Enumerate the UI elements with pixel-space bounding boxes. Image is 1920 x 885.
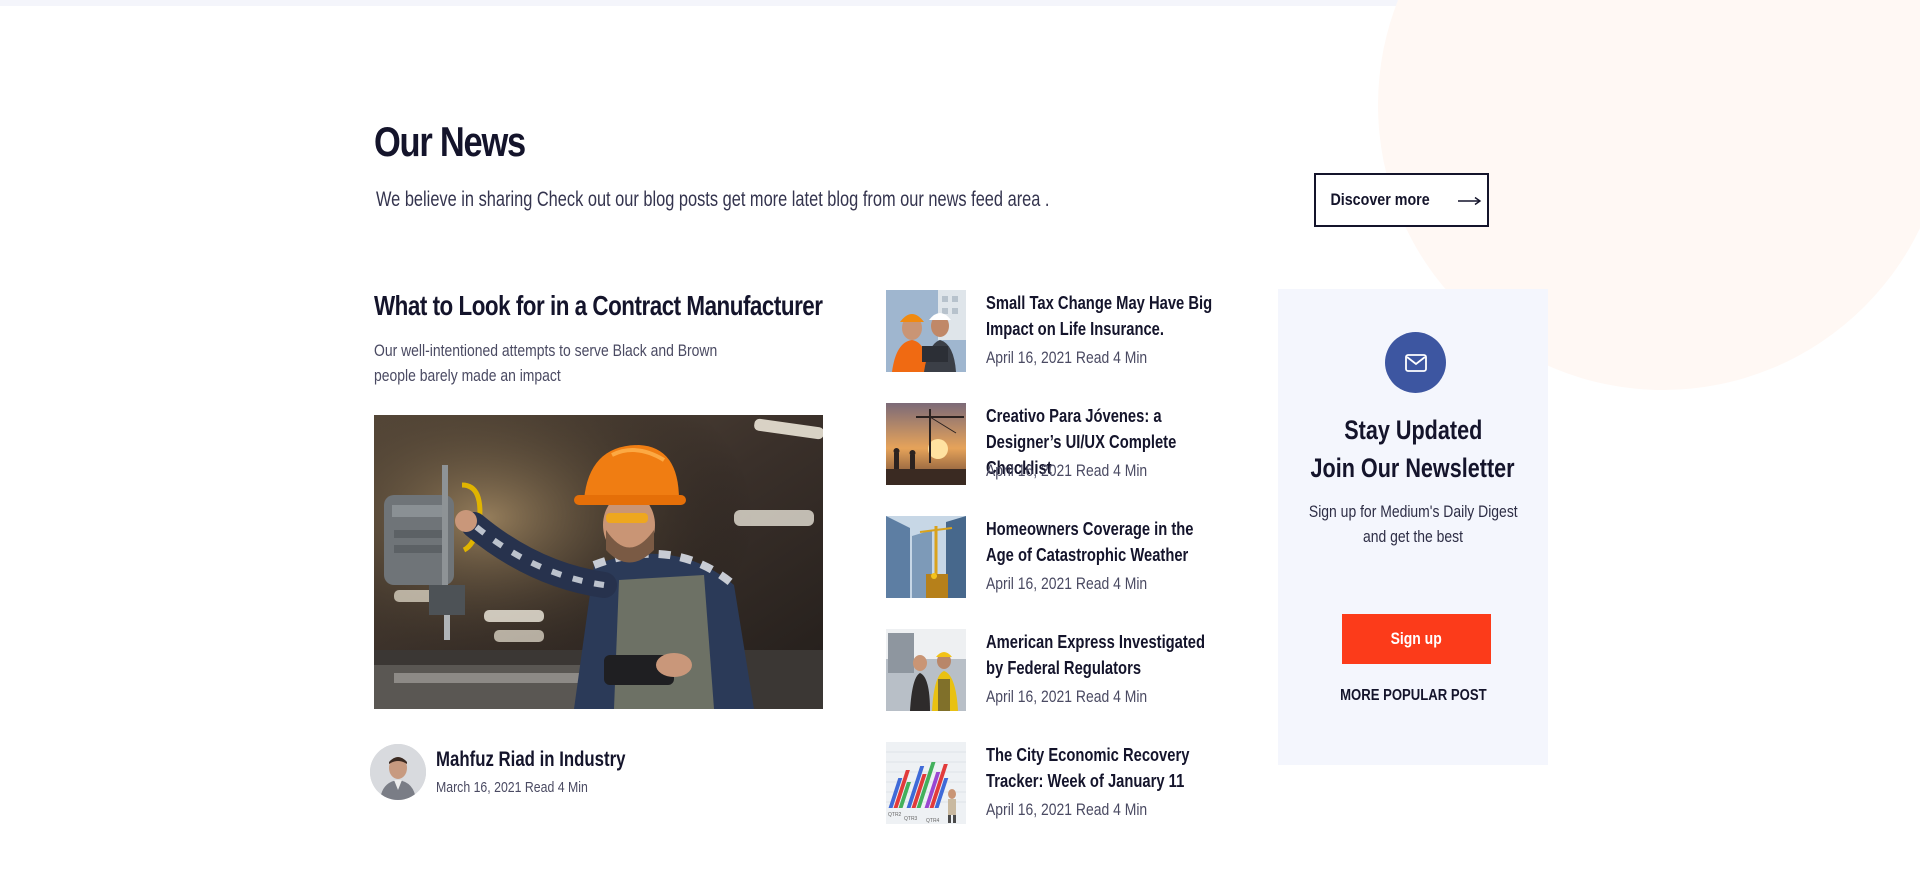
post-thumbnail[interactable] xyxy=(886,290,966,372)
signup-button[interactable]: Sign up xyxy=(1342,614,1491,664)
bar-chart-figurine-photo: QTR2 QTR3 QTR4 xyxy=(886,742,966,824)
list-item[interactable]: Homeowners Coverage in the Age of Catast… xyxy=(886,516,1226,606)
discover-more-label: Discover more xyxy=(1330,190,1431,209)
avatar[interactable] xyxy=(370,744,426,800)
newsletter-title-line2: Join Our Newsletter xyxy=(1310,453,1516,483)
featured-article-image[interactable] xyxy=(374,415,823,709)
workers-site-photo xyxy=(886,629,966,711)
list-item[interactable]: QTR2 QTR3 QTR4 The City Economic Recover… xyxy=(886,742,1226,832)
post-title[interactable]: American Express Investigated by Federal… xyxy=(986,629,1216,681)
newsletter-desc-line1: Sign up for Medium's Daily Digest xyxy=(1308,502,1518,521)
author-post-meta: March 16, 2021 Read 4 Min xyxy=(436,779,588,796)
list-item[interactable]: Small Tax Change May Have Big Impact on … xyxy=(886,290,1226,380)
more-popular-label: MORE POPULAR POST xyxy=(1339,687,1487,704)
list-item[interactable]: American Express Investigated by Federal… xyxy=(886,629,1226,719)
newsletter-title: Stay Updated Join Our Newsletter xyxy=(1278,411,1548,487)
newsletter-title-line1: Stay Updated xyxy=(1343,415,1483,445)
post-thumbnail[interactable] xyxy=(886,629,966,711)
newsletter-card: Stay Updated Join Our Newsletter Sign up… xyxy=(1278,289,1548,765)
quarter-label: QTR3 xyxy=(904,816,918,822)
post-title[interactable]: The City Economic Recovery Tracker: Week… xyxy=(986,742,1216,794)
post-title[interactable]: Homeowners Coverage in the Age of Catast… xyxy=(986,516,1216,568)
list-item[interactable]: Creativo Para Jóvenes: a Designer’s UI/U… xyxy=(886,403,1226,493)
more-popular-post-link[interactable]: MORE POPULAR POST xyxy=(1278,687,1548,705)
signup-label: Sign up xyxy=(1390,629,1443,648)
post-thumbnail[interactable]: QTR2 QTR3 QTR4 xyxy=(886,742,966,824)
post-meta: April 16, 2021 Read 4 Min xyxy=(986,800,1148,819)
quarter-label: QTR2 xyxy=(888,812,902,818)
post-meta: April 16, 2021 Read 4 Min xyxy=(986,574,1148,593)
envelope-icon xyxy=(1385,332,1446,393)
section-title: Our News xyxy=(374,118,526,165)
section-subtitle: We believe in sharing Check out our blog… xyxy=(376,188,1050,211)
post-title[interactable]: Small Tax Change May Have Big Impact on … xyxy=(986,290,1216,342)
author-name[interactable]: Mahfuz Riad in Industry xyxy=(436,748,625,772)
featured-article-title[interactable]: What to Look for in a Contract Manufactu… xyxy=(374,290,823,322)
post-thumbnail[interactable] xyxy=(886,516,966,598)
post-meta: April 16, 2021 Read 4 Min xyxy=(986,461,1148,480)
quarter-label: QTR4 xyxy=(926,818,940,824)
worker-drill-photo xyxy=(374,415,823,709)
engineers-photo xyxy=(886,290,966,372)
construction-sunset-photo xyxy=(886,403,966,485)
newsletter-desc-line2: and get the best xyxy=(1363,527,1463,546)
post-meta: April 16, 2021 Read 4 Min xyxy=(986,687,1148,706)
post-meta: April 16, 2021 Read 4 Min xyxy=(986,348,1148,367)
arrow-right-icon xyxy=(1457,191,1482,209)
author-portrait xyxy=(370,744,426,800)
discover-more-button[interactable]: Discover more xyxy=(1314,173,1489,227)
skyscrapers-crane-photo xyxy=(886,516,966,598)
newsletter-description: Sign up for Medium's Daily Digest and ge… xyxy=(1278,499,1548,549)
post-thumbnail[interactable] xyxy=(886,403,966,485)
featured-article-description: Our well-intentioned attempts to serve B… xyxy=(374,341,718,385)
